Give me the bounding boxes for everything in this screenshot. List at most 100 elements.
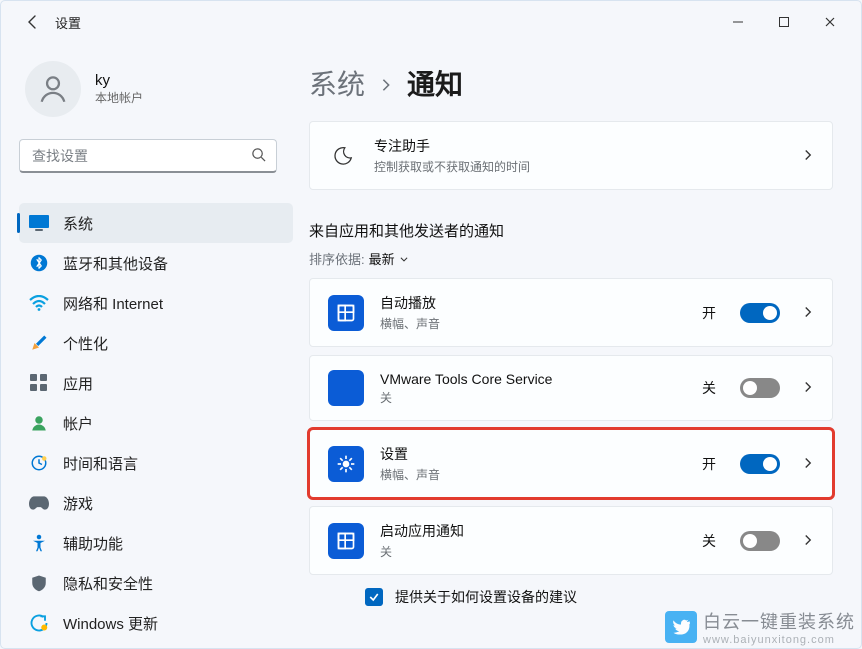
nav-bluetooth[interactable]: 蓝牙和其他设备 bbox=[19, 243, 293, 283]
senders-section-title: 来自应用和其他发送者的通知 bbox=[309, 220, 833, 241]
nav-label: 个性化 bbox=[63, 333, 108, 354]
moon-icon bbox=[328, 141, 358, 171]
chevron-right-icon bbox=[802, 305, 814, 321]
sender-sub: 横幅、声音 bbox=[380, 315, 686, 332]
nav-privacy[interactable]: 隐私和安全性 bbox=[19, 563, 293, 603]
minimize-button[interactable] bbox=[715, 6, 761, 38]
watermark-line1: 白云一键重装系统 bbox=[703, 608, 855, 634]
check-icon bbox=[368, 591, 380, 603]
close-button[interactable] bbox=[807, 6, 853, 38]
person-icon bbox=[36, 72, 70, 106]
focus-sub: 控制获取或不获取通知的时间 bbox=[374, 158, 780, 175]
winupdate-icon bbox=[29, 613, 49, 633]
settings-window: 设置 ky 本地帐户 bbox=[0, 0, 862, 649]
breadcrumb-current: 通知 bbox=[407, 63, 463, 103]
toggle-switch[interactable] bbox=[740, 303, 780, 323]
user-subtitle: 本地帐户 bbox=[95, 89, 143, 106]
focus-assist-card[interactable]: 专注助手 控制获取或不获取通知的时间 bbox=[309, 121, 833, 190]
nav-system[interactable]: 系统 bbox=[19, 203, 293, 243]
wifi-icon bbox=[29, 293, 49, 313]
apps-icon bbox=[29, 373, 49, 393]
nav-accessibility[interactable]: 辅助功能 bbox=[19, 523, 293, 563]
breadcrumb-root[interactable]: 系统 bbox=[309, 63, 365, 103]
nav-label: 蓝牙和其他设备 bbox=[63, 253, 168, 274]
focus-title: 专注助手 bbox=[374, 136, 780, 156]
watermark-line2: www.baiyunxitong.com bbox=[703, 634, 855, 646]
bluetooth-icon bbox=[29, 253, 49, 273]
toggle-state: 关 bbox=[702, 531, 716, 551]
nav-label: 辅助功能 bbox=[63, 533, 123, 554]
titlebar-title: 设置 bbox=[55, 13, 81, 32]
brush-icon bbox=[29, 333, 49, 353]
nav-games[interactable]: 游戏 bbox=[19, 483, 293, 523]
search-box[interactable] bbox=[19, 139, 277, 173]
toggle-switch[interactable] bbox=[740, 378, 780, 398]
sort-value-dropdown[interactable]: 最新 bbox=[369, 249, 409, 268]
nav-label: 应用 bbox=[63, 373, 93, 394]
shield-icon bbox=[29, 573, 49, 593]
games-icon bbox=[29, 493, 49, 513]
toggle-switch[interactable] bbox=[740, 454, 780, 474]
sender-row-vmware[interactable]: VMware Tools Core Service 关 关 bbox=[309, 355, 833, 421]
sender-sub: 关 bbox=[380, 543, 686, 560]
accessibility-icon bbox=[29, 533, 49, 553]
close-icon bbox=[824, 16, 836, 28]
nav-label: Windows 更新 bbox=[63, 613, 158, 634]
watermark-logo-icon bbox=[665, 611, 697, 643]
sender-sub: 关 bbox=[380, 389, 686, 406]
breadcrumb: 系统 通知 bbox=[309, 63, 833, 103]
blank-app-icon bbox=[328, 370, 364, 406]
user-row[interactable]: ky 本地帐户 bbox=[19, 57, 293, 127]
startup-app-icon bbox=[328, 523, 364, 559]
search-input[interactable] bbox=[30, 147, 251, 165]
chevron-right-icon bbox=[802, 148, 814, 164]
chevron-right-icon bbox=[802, 533, 814, 549]
settings-app-icon bbox=[328, 446, 364, 482]
sender-sub: 横幅、声音 bbox=[380, 466, 686, 483]
chevron-right-icon bbox=[802, 380, 814, 396]
sidebar: ky 本地帐户 系统 bbox=[1, 43, 301, 649]
minimize-icon bbox=[732, 16, 744, 28]
clock-icon bbox=[29, 453, 49, 473]
toggle-switch[interactable] bbox=[740, 531, 780, 551]
tips-row: 提供关于如何设置设备的建议 bbox=[309, 587, 833, 607]
arrow-left-icon bbox=[25, 14, 41, 30]
nav-label: 帐户 bbox=[63, 413, 93, 434]
nav-label: 时间和语言 bbox=[63, 453, 138, 474]
sender-title: 自动播放 bbox=[380, 293, 686, 313]
system-icon bbox=[29, 213, 49, 233]
nav-label: 隐私和安全性 bbox=[63, 573, 153, 594]
sort-label: 排序依据: bbox=[309, 249, 365, 268]
sender-title: 启动应用通知 bbox=[380, 521, 686, 541]
back-button[interactable] bbox=[17, 6, 49, 38]
sender-row-settings[interactable]: 设置 横幅、声音 开 bbox=[309, 429, 833, 498]
chevron-right-icon bbox=[379, 67, 393, 99]
nav-winupdate[interactable]: Windows 更新 bbox=[19, 603, 293, 643]
nav-label: 网络和 Internet bbox=[63, 293, 163, 314]
maximize-icon bbox=[778, 16, 790, 28]
nav-network[interactable]: 网络和 Internet bbox=[19, 283, 293, 323]
nav-label: 系统 bbox=[63, 213, 93, 234]
user-name: ky bbox=[95, 72, 143, 89]
sender-title: 设置 bbox=[380, 444, 686, 464]
nav-personalize[interactable]: 个性化 bbox=[19, 323, 293, 363]
sender-row-autoplay[interactable]: 自动播放 横幅、声音 开 bbox=[309, 278, 833, 347]
nav-list: 系统 蓝牙和其他设备 网络和 Internet bbox=[19, 203, 293, 643]
search-icon bbox=[251, 147, 266, 165]
sort-row[interactable]: 排序依据: 最新 bbox=[309, 249, 833, 268]
tips-checkbox[interactable] bbox=[365, 588, 383, 606]
nav-time[interactable]: 时间和语言 bbox=[19, 443, 293, 483]
maximize-button[interactable] bbox=[761, 6, 807, 38]
toggle-state: 关 bbox=[702, 378, 716, 398]
sender-row-startup[interactable]: 启动应用通知 关 关 bbox=[309, 506, 833, 575]
nav-label: 游戏 bbox=[63, 493, 93, 514]
nav-accounts[interactable]: 帐户 bbox=[19, 403, 293, 443]
autoplay-icon bbox=[328, 295, 364, 331]
tips-label: 提供关于如何设置设备的建议 bbox=[395, 587, 577, 607]
nav-apps[interactable]: 应用 bbox=[19, 363, 293, 403]
chevron-right-icon bbox=[802, 456, 814, 472]
titlebar: 设置 bbox=[1, 1, 861, 43]
accounts-icon bbox=[29, 413, 49, 433]
watermark: 白云一键重装系统 www.baiyunxitong.com bbox=[665, 608, 855, 646]
window-controls bbox=[715, 6, 853, 38]
